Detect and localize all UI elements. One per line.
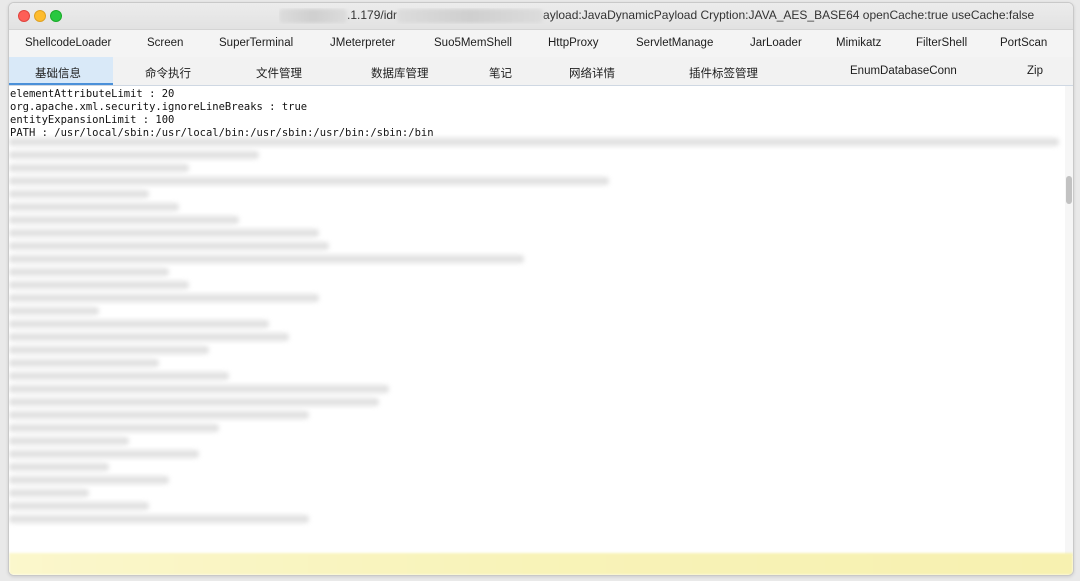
highlight-strip [9,553,1073,575]
scrollbar-thumb[interactable] [1066,176,1072,204]
info-line: elementAttributeLimit : 20 [10,88,175,100]
tab-servletmanage[interactable]: ServletManage [636,37,713,49]
tab-command-exec[interactable]: 命令执行 [145,65,191,81]
close-window-button[interactable] [18,10,30,22]
redacted-path [397,8,544,23]
tab-shellcodeloader[interactable]: ShellcodeLoader [25,37,111,49]
tab-notes[interactable]: 笔记 [489,65,512,81]
tab-zip[interactable]: Zip [1027,65,1043,77]
maximize-window-button[interactable] [50,10,62,22]
minimize-window-button[interactable] [34,10,46,22]
tab-jmeterpreter[interactable]: JMeterpreter [330,37,395,49]
tab-plugin-tag-manager[interactable]: 插件标签管理 [689,65,758,81]
tab-mimikatz[interactable]: Mimikatz [836,37,881,49]
title-host: .1.179/idr [347,8,398,22]
vertical-scrollbar[interactable] [1065,86,1073,556]
tab-network-details[interactable]: 网络详情 [569,65,615,81]
window-title: .1.179/idr ayload:JavaDynamicPayload Cryp… [279,8,1065,24]
tab-basic-info[interactable]: 基础信息 [35,65,81,81]
tab-portscan[interactable]: PortScan [1000,37,1047,49]
redacted-host [279,8,347,23]
tab-enumdatabaseconn[interactable]: EnumDatabaseConn [850,65,957,77]
app-window: .1.179/idr ayload:JavaDynamicPayload Cryp… [8,2,1074,576]
title-bar[interactable]: .1.179/idr ayload:JavaDynamicPayload Cryp… [9,3,1073,30]
info-line: entityExpansionLimit : 100 [10,114,175,126]
redacted-output [9,138,1065,528]
tab-screen[interactable]: Screen [147,37,183,49]
basic-info-output[interactable]: elementAttributeLimit : 20 org.apache.xm… [9,86,1065,575]
info-line: org.apache.xml.security.ignoreLineBreaks… [10,101,308,113]
tab-superterminal[interactable]: SuperTerminal [219,37,293,49]
tab-file-manager[interactable]: 文件管理 [256,65,302,81]
tab-database-manager[interactable]: 数据库管理 [371,65,429,81]
plugin-tab-bar: ShellcodeLoader Screen SuperTerminal JMe… [9,30,1073,57]
title-config: ayload:JavaDynamicPayload Cryption:JAVA_… [543,8,1035,22]
tab-filtershell[interactable]: FilterShell [916,37,967,49]
tab-jarloader[interactable]: JarLoader [750,37,802,49]
tab-suo5memshell[interactable]: Suo5MemShell [434,37,512,49]
main-tab-bar: 基础信息 命令执行 文件管理 数据库管理 笔记 网络详情 插件标签管理 Enum… [9,57,1073,86]
tab-httpproxy[interactable]: HttpProxy [548,37,599,49]
